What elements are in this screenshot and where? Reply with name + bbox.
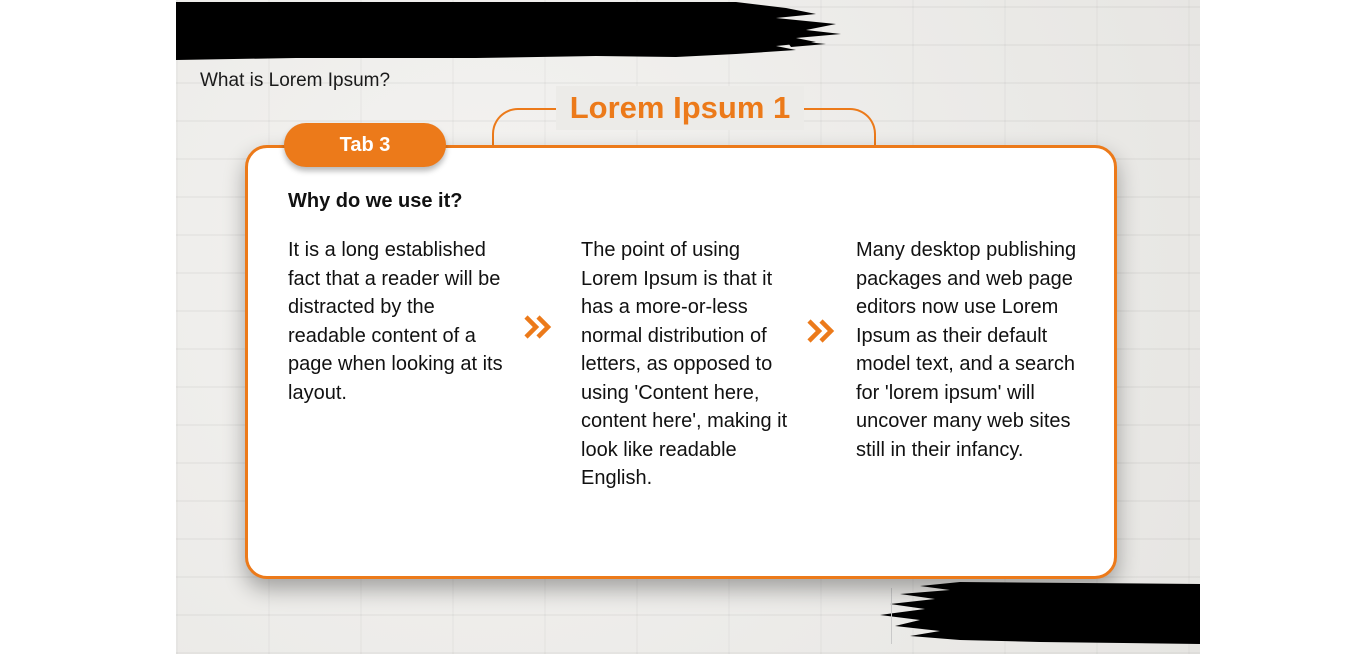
page-title: Lorem Ipsum 1 bbox=[556, 86, 804, 130]
double-chevron-right-icon bbox=[807, 319, 835, 343]
brush-stroke-top bbox=[176, 2, 841, 60]
brush-stroke-bottom bbox=[880, 582, 1200, 644]
divider-line bbox=[891, 588, 892, 644]
column-text-2: The point of using Lorem Ipsum is that i… bbox=[581, 239, 788, 489]
double-chevron-right-icon bbox=[524, 315, 552, 339]
section-subtitle: Why do we use it? bbox=[288, 190, 463, 212]
column-text-1: It is a long established fact that a rea… bbox=[288, 239, 503, 404]
column-text-3: Many desktop publishing packages and web… bbox=[856, 239, 1077, 461]
tab-3[interactable]: Tab 3 bbox=[284, 123, 446, 167]
page-question: What is Lorem Ipsum? bbox=[200, 70, 391, 91]
slide: What is Lorem Ipsum? Lorem Ipsum 1 Tab 3… bbox=[176, 0, 1200, 654]
